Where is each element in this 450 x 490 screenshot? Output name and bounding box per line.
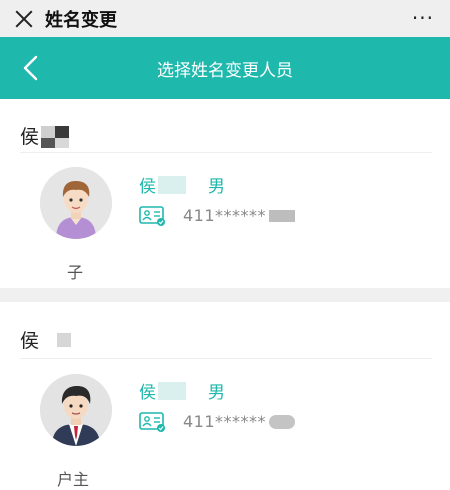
divider	[20, 152, 432, 153]
back-icon[interactable]	[18, 54, 46, 82]
more-icon[interactable]: ···	[412, 6, 434, 30]
household-name: 侯	[20, 122, 71, 149]
id-card-icon	[139, 412, 165, 432]
page-header: 选择姓名变更人员	[0, 37, 450, 99]
member-gender: 男	[208, 383, 225, 403]
divider	[20, 358, 432, 359]
member-name[interactable]: 侯	[139, 378, 186, 403]
relation-label: 子	[67, 263, 84, 282]
top-bar: 姓名变更 ···	[0, 0, 450, 37]
id-card-icon	[139, 206, 165, 226]
household-name: 侯	[20, 326, 72, 353]
relation-label: 户主	[57, 470, 90, 489]
section-separator	[0, 288, 450, 302]
page-title: 选择姓名变更人员	[157, 60, 293, 81]
head-of-household-avatar-icon	[40, 374, 112, 446]
redaction-mosaic	[41, 125, 70, 148]
redaction-blur	[269, 414, 296, 429]
member-id-number: 411******	[183, 206, 296, 225]
window-title: 姓名变更	[45, 9, 117, 31]
redaction-blur	[57, 332, 72, 347]
child-avatar-icon	[40, 167, 112, 239]
redaction-blur	[158, 175, 186, 194]
member-id-number: 411******	[183, 412, 296, 431]
member-gender: 男	[208, 177, 225, 197]
household-card-2: 侯 户主 侯 男 411******	[0, 302, 450, 490]
redaction-blur	[158, 381, 186, 400]
redaction-blur	[269, 209, 296, 222]
household-card-1: 侯 子 侯 男 411******	[0, 99, 450, 288]
member-name[interactable]: 侯	[139, 172, 186, 197]
avatar[interactable]	[40, 374, 112, 446]
avatar[interactable]	[40, 167, 112, 239]
close-icon[interactable]	[13, 8, 35, 30]
